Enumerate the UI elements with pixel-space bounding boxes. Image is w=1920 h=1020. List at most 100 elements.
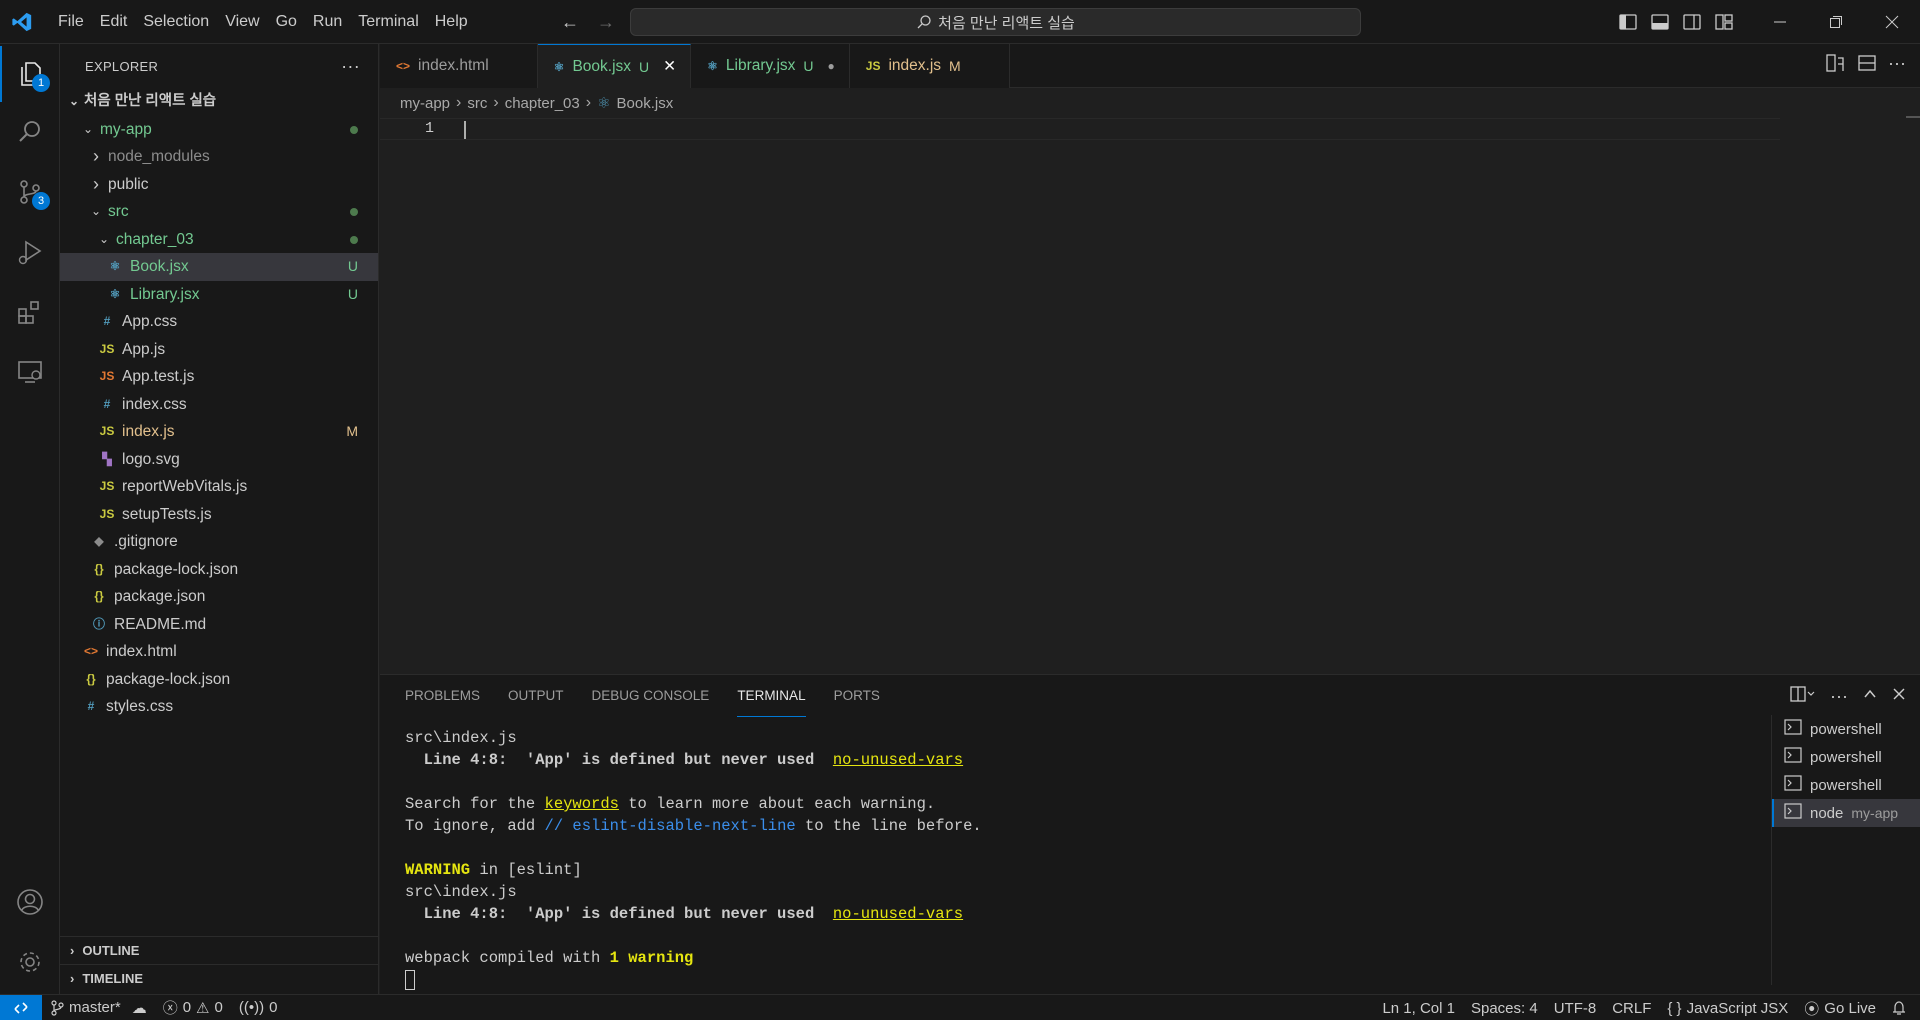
menu-item-go[interactable]: Go (268, 0, 305, 44)
breadcrumb-item[interactable]: src (467, 95, 487, 112)
unsaved-dot-icon[interactable]: ● (828, 59, 835, 73)
tree-item-label: styles.css (106, 698, 174, 715)
tree-item-src[interactable]: ⌄ src (60, 198, 378, 226)
more-actions-icon[interactable]: ··· (1888, 52, 1906, 78)
close-panel-icon[interactable] (1892, 687, 1906, 705)
encoding[interactable]: UTF-8 (1546, 995, 1605, 1020)
panel-tab-terminal[interactable]: TERMINAL (737, 675, 806, 717)
end-of-line[interactable]: CRLF (1604, 995, 1659, 1020)
terminal-instance[interactable]: powershell (1772, 743, 1920, 771)
split-terminal-icon[interactable] (1790, 685, 1816, 707)
term-link[interactable]: no-unused-vars (833, 905, 963, 923)
tree-item-package-lock-json[interactable]: {} package-lock.json (60, 556, 378, 584)
language-mode[interactable]: { } JavaScript JSX (1659, 995, 1796, 1020)
go-back-icon[interactable]: ← (558, 10, 582, 34)
tree-item-app-css[interactable]: # App.css (60, 308, 378, 336)
tree-item-app-test-js[interactable]: JS App.test.js (60, 363, 378, 391)
search-activity[interactable] (0, 104, 60, 160)
tab-book-jsx[interactable]: ⚛ Book.jsx U ✕ (537, 44, 692, 88)
source-control-activity[interactable]: 3 (0, 164, 60, 220)
run-debug-activity[interactable] (0, 224, 60, 280)
remote-indicator-icon[interactable] (0, 994, 42, 1020)
maximize-panel-icon[interactable] (1862, 686, 1878, 706)
remote-explorer-activity[interactable] (0, 344, 60, 400)
tree-item-app-js[interactable]: JS App.js (60, 336, 378, 364)
extensions-activity[interactable] (0, 284, 60, 340)
go-forward-icon[interactable]: → (594, 10, 618, 34)
split-editor-icon[interactable] (1856, 52, 1878, 78)
notifications-bell-icon[interactable] (1884, 995, 1914, 1020)
breadcrumb-item[interactable]: Book.jsx (617, 95, 674, 112)
close-tab-icon[interactable]: ✕ (663, 57, 676, 76)
compare-changes-icon[interactable] (1824, 52, 1846, 78)
menu-item-view[interactable]: View (217, 0, 267, 44)
git-status-decoration: M (346, 423, 358, 439)
menu-item-selection[interactable]: Selection (135, 0, 217, 44)
tree-item-setuptests-js[interactable]: JS setupTests.js (60, 501, 378, 529)
indentation[interactable]: Spaces: 4 (1463, 995, 1546, 1020)
minimize-icon[interactable] (1752, 0, 1808, 44)
breadcrumb-item[interactable]: my-app (400, 95, 450, 112)
cursor-position[interactable]: Ln 1, Col 1 (1374, 995, 1463, 1020)
term-link[interactable]: keywords (545, 795, 619, 813)
workspace-folder[interactable]: ⌄ 처음 만난 리액트 실습 (60, 88, 378, 116)
toggle-primary-sidebar-icon[interactable] (1612, 6, 1644, 38)
tab-index-js[interactable]: JS index.js M (849, 44, 1010, 88)
tree-item-book-jsx[interactable]: ⚛ Book.jsx U (60, 253, 378, 281)
tree-item-readme-md[interactable]: ⓘ README.md (60, 611, 378, 639)
outline-section[interactable]: › OUTLINE (60, 936, 378, 964)
timeline-section[interactable]: › TIMELINE (60, 964, 378, 992)
close-window-icon[interactable] (1864, 0, 1920, 44)
term-link[interactable]: no-unused-vars (833, 751, 963, 769)
tree-item-index-html[interactable]: <> index.html (60, 638, 378, 666)
sync-cloud-icon[interactable]: ☁ (132, 999, 147, 1017)
tab-library-jsx[interactable]: ⚛ Library.jsx U ● (691, 44, 850, 88)
menu-item-run[interactable]: Run (305, 0, 350, 44)
tree-item-styles-css[interactable]: # styles.css (60, 693, 378, 721)
command-center-search[interactable]: 처음 만난 리액트 실습 (630, 8, 1361, 36)
terminal-instance[interactable]: powershell (1772, 771, 1920, 799)
terminal-output[interactable]: src\index.js Line 4:8: 'App' is defined … (405, 727, 1745, 991)
code-line-1[interactable]: 1 (380, 118, 1780, 140)
tree-item-index-css[interactable]: # index.css (60, 391, 378, 419)
branch-status[interactable]: master* ☁ (42, 995, 155, 1020)
tree-item-reportwebvitals-js[interactable]: JS reportWebVitals.js (60, 473, 378, 501)
editor-area: <> index.html ⚛ Book.jsx U ✕ ⚛ Library.jsx U ● JS i… (380, 44, 1920, 674)
manage-activity[interactable] (0, 934, 60, 990)
go-live-button[interactable]: ⦿ Go Live (1796, 995, 1884, 1020)
panel-tab-ports[interactable]: PORTS (834, 675, 880, 717)
problems-status[interactable]: ⓧ 0 ⚠ 0 (155, 995, 231, 1020)
restore-icon[interactable] (1808, 0, 1864, 44)
toggle-panel-icon[interactable] (1644, 6, 1676, 38)
minimap-slider[interactable] (1906, 116, 1920, 118)
menu-item-file[interactable]: File (50, 0, 92, 44)
menu-item-terminal[interactable]: Terminal (350, 0, 426, 44)
panel-tab-output[interactable]: OUTPUT (508, 675, 564, 717)
panel-tab-debug-console[interactable]: DEBUG CONSOLE (592, 675, 710, 717)
breadcrumb-item[interactable]: chapter_03 (505, 95, 580, 112)
more-actions-icon[interactable]: ··· (341, 56, 360, 77)
tree-item-logo-svg[interactable]: ▚ logo.svg (60, 446, 378, 474)
terminal-instance[interactable]: node my-app (1772, 799, 1920, 827)
more-actions-icon[interactable]: ··· (1830, 686, 1848, 707)
tree-item-public[interactable]: › public (60, 171, 378, 199)
toggle-secondary-sidebar-icon[interactable] (1676, 6, 1708, 38)
tree-item-package-json[interactable]: {} package.json (60, 583, 378, 611)
menu-item-help[interactable]: Help (427, 0, 476, 44)
ports-status[interactable]: ((•)) 0 (231, 995, 286, 1020)
panel-tab-problems[interactable]: PROBLEMS (405, 675, 480, 717)
tab-index-html[interactable]: <> index.html (380, 44, 538, 88)
tree-item-library-jsx[interactable]: ⚛ Library.jsx U (60, 281, 378, 309)
menu-item-edit[interactable]: Edit (92, 0, 136, 44)
terminal-instance[interactable]: powershell (1772, 715, 1920, 743)
tree-item-label: index.css (122, 395, 187, 413)
explorer-activity[interactable]: 1 (0, 46, 60, 102)
tree-item-my-app[interactable]: ⌄ my-app (60, 116, 378, 144)
accounts-activity[interactable] (0, 874, 60, 930)
tree-item-package-lock-json[interactable]: {} package-lock.json (60, 666, 378, 694)
tree-item--gitignore[interactable]: ◆ .gitignore (60, 528, 378, 556)
customize-layout-icon[interactable] (1708, 6, 1740, 38)
tree-item-index-js[interactable]: JS index.js M (60, 418, 378, 446)
tree-item-node-modules[interactable]: › node_modules (60, 143, 378, 171)
tree-item-chapter-03[interactable]: ⌄ chapter_03 (60, 226, 378, 254)
